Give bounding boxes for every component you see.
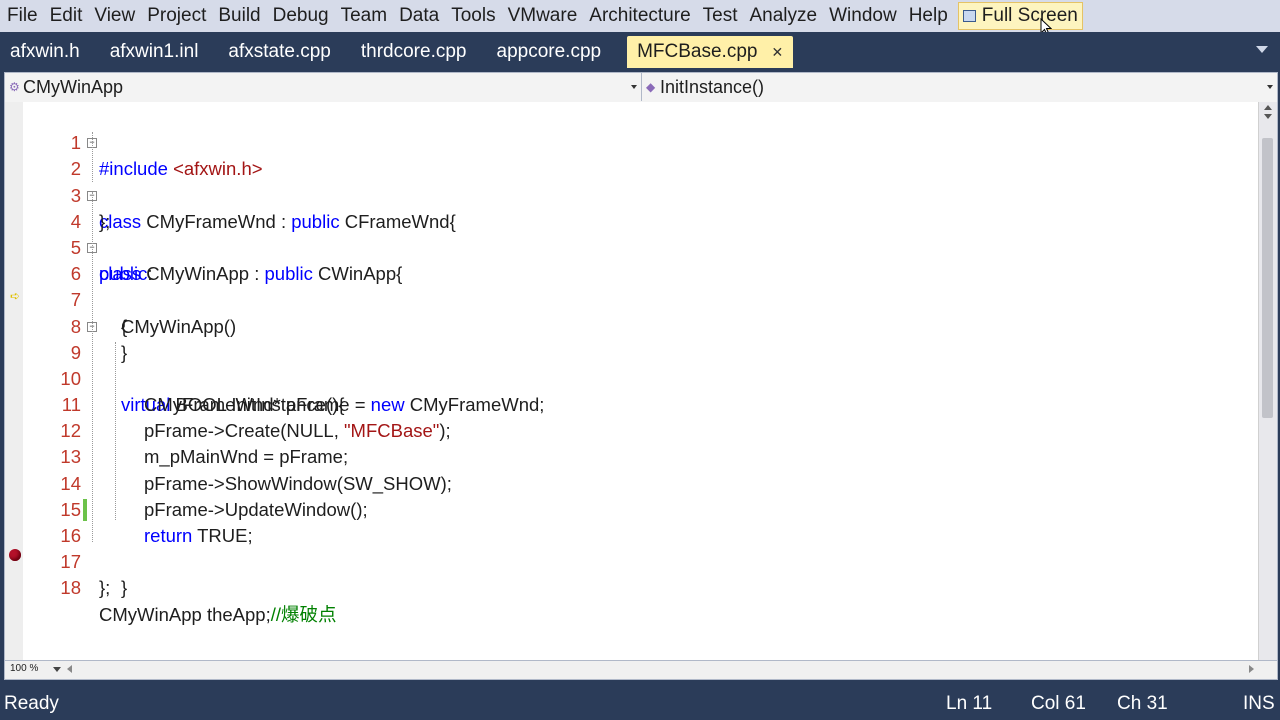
code-line: 16 } [23, 497, 1253, 598]
breakpoint-icon[interactable] [9, 549, 21, 561]
menu-file[interactable]: File [0, 0, 44, 32]
member-dropdown-value: InitInstance() [660, 76, 765, 97]
chevron-down-icon [631, 85, 637, 89]
class-dropdown[interactable]: ⚙ CMyWinApp [5, 73, 642, 101]
code-line: 7 { [23, 261, 1253, 336]
menu-test[interactable]: Test [697, 0, 744, 32]
tab-overflow-icon[interactable] [1256, 46, 1268, 53]
menu-help[interactable]: Help [903, 0, 954, 32]
code-line: 6 − CMyWinApp() [23, 235, 1253, 336]
status-bar: Ready Ln 11 Col 61 Ch 31 INS [0, 688, 1280, 720]
menu-team[interactable]: Team [335, 0, 393, 32]
vertical-scrollbar[interactable] [1258, 102, 1277, 660]
document-tabs: afxwin.h afxwin1.inl afxstate.cpp thrdco… [0, 32, 1280, 68]
horizontal-scrollbar[interactable]: 100 % [4, 660, 1278, 680]
menu-analyze[interactable]: Analyze [744, 0, 824, 32]
member-dropdown[interactable]: ◆ InitInstance() [642, 73, 1277, 101]
zoom-level[interactable]: 100 % [10, 663, 38, 674]
code-line: 13 pFrame->ShowWindow(SW_SHOW); [23, 418, 1253, 493]
scroll-right-icon[interactable] [1249, 665, 1255, 673]
full-screen-icon [962, 10, 976, 22]
code-line: 4 − class CMyWinApp : public CWinApp{ [23, 183, 1253, 284]
full-screen-label: Full Screen [981, 5, 1078, 26]
menu-data[interactable]: Data [393, 0, 445, 32]
code-line: 15 return TRUE; [23, 471, 1253, 546]
tab-thrdcore-cpp[interactable]: thrdcore.cpp [351, 36, 487, 68]
indent-guide [115, 342, 117, 520]
code-text: } [121, 577, 128, 599]
tab-mfcbase-cpp[interactable]: MFCBase.cpp ✕ [627, 36, 794, 68]
bookmark-arrow-icon: ➪ [10, 289, 21, 303]
close-icon[interactable]: ✕ [771, 36, 783, 68]
chevron-down-icon [1267, 85, 1273, 89]
tab-afxstate-cpp[interactable]: afxstate.cpp [218, 36, 350, 68]
split-handle-icon[interactable] [1262, 104, 1274, 120]
code-line: 1 #include <afxwin.h> [23, 104, 1253, 179]
menu-window[interactable]: Window [823, 0, 903, 32]
code-text: }; [99, 577, 111, 599]
navigation-bar: ⚙ CMyWinApp ◆ InitInstance() [4, 72, 1278, 104]
active-tab-label: MFCBase.cpp [637, 41, 758, 62]
tab-appcore-cpp[interactable]: appcore.cpp [487, 36, 622, 68]
code-line: 14 pFrame->UpdateWindow(); [23, 444, 1253, 520]
code-token: CMyWinApp theApp; [99, 603, 271, 625]
line-number: 18 [60, 577, 81, 599]
menu-edit[interactable]: Edit [44, 0, 89, 32]
tab-afxwin-h[interactable]: afxwin.h [0, 36, 100, 68]
menu-view[interactable]: View [88, 0, 141, 32]
status-line: Ln 11 [946, 693, 993, 714]
status-column: Col 61 [1031, 693, 1086, 714]
code-line: 2 − class CMyFrameWnd : public CFrameWnd… [23, 130, 1253, 232]
change-indicator [83, 498, 87, 521]
method-icon: ◆ [646, 80, 656, 94]
status-insert-mode: INS [1243, 693, 1275, 714]
code-line: 3 }; [23, 156, 1253, 232]
code-editor[interactable]: ➪ 1 #include <afxwin.h> 2 − class CMyFra… [4, 102, 1278, 660]
code-line: 10 CMyFrameWnd* pFrame = new CMyFrameWnd… [23, 340, 1253, 415]
code-line: 17 }; [23, 523, 1253, 598]
class-dropdown-value: CMyWinApp [23, 76, 124, 97]
scroll-left-icon[interactable] [67, 665, 73, 673]
menu-debug[interactable]: Debug [267, 0, 335, 32]
menu-tools[interactable]: Tools [445, 0, 501, 32]
code-token: //爆破点 [270, 603, 337, 625]
full-screen-button[interactable]: Full Screen [957, 2, 1083, 30]
code-line: 18 CMyWinApp theApp;//爆破点 [23, 549, 1253, 624]
chevron-down-icon[interactable] [53, 667, 61, 673]
code-line: 8 } [23, 287, 1253, 363]
menu-project[interactable]: Project [141, 0, 212, 32]
indent-guide [92, 132, 94, 182]
menu-architecture[interactable]: Architecture [583, 0, 696, 32]
status-char: Ch 31 [1117, 693, 1168, 714]
code-line: 5 public: [23, 209, 1253, 284]
code-line: 12 m_pMainWnd = pFrame; [23, 392, 1253, 467]
indent-guide [92, 192, 94, 542]
menu-build[interactable]: Build [212, 0, 266, 32]
menu-vmware[interactable]: VMware [502, 0, 584, 32]
code-line: 11 pFrame->Create(NULL, "MFCBase"); [23, 366, 1253, 441]
menu-bar: File Edit View Project Build Debug Team … [0, 0, 1280, 32]
code-line: 9 − virtual BOOL InitInstance(){ [23, 314, 1253, 415]
status-ready: Ready [4, 693, 59, 714]
tab-afxwin1-inl[interactable]: afxwin1.inl [100, 36, 219, 68]
indicator-margin[interactable] [5, 102, 23, 660]
scroll-thumb[interactable] [1262, 138, 1273, 418]
class-icon: ⚙ [9, 80, 20, 94]
code-lines: 1 #include <afxwin.h> 2 − class CMyFrame… [23, 104, 1253, 624]
